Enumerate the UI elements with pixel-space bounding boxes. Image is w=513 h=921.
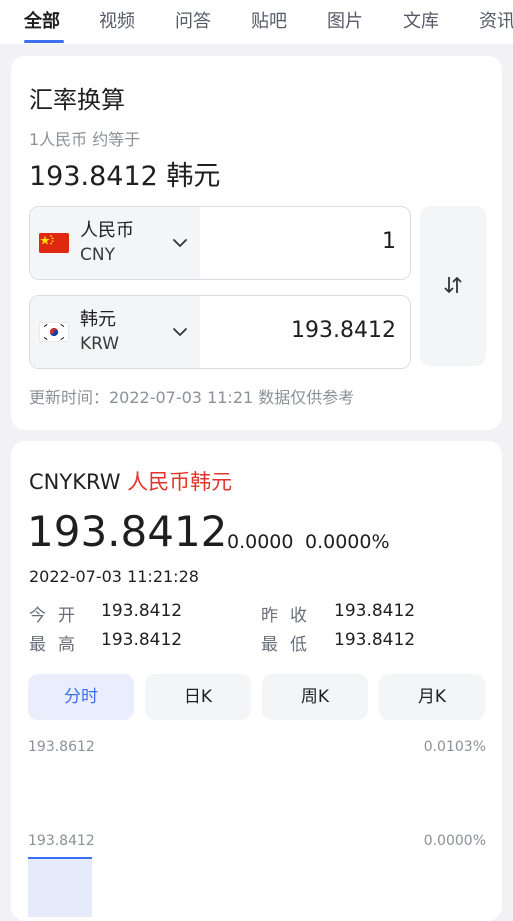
chevron-down-icon	[173, 328, 187, 336]
quote-card: CNYKRW 人民币韩元 193.8412 0.0000 0.0000% 202…	[11, 441, 502, 921]
tab-tieba[interactable]: 贴吧	[251, 7, 287, 33]
to-currency-row: 韩元 KRW 193.8412	[29, 295, 411, 369]
to-currency-code: KRW	[80, 334, 120, 354]
tab-all[interactable]: 全部	[24, 7, 60, 33]
quote-name: 人民币韩元	[127, 470, 233, 494]
to-amount-input[interactable]: 193.8412	[291, 318, 396, 343]
open-value: 193.8412	[101, 601, 183, 621]
quote-header: CNYKRW 人民币韩元	[29, 466, 232, 496]
from-amount-input[interactable]: 1	[382, 229, 396, 254]
from-currency-select[interactable]: 人民币 CNY	[30, 207, 200, 279]
active-tab-indicator	[24, 40, 64, 43]
prev-close-label: 昨收	[261, 606, 319, 626]
to-currency-name: 韩元	[80, 309, 116, 330]
high-label: 最高	[29, 635, 87, 655]
top-nav: 全部 视频 问答 贴吧 图片 文库 资讯	[0, 0, 513, 44]
south-korea-flag-icon	[39, 322, 69, 342]
chart-y-label-top-left: 193.8612	[28, 739, 95, 755]
intraday-chart	[28, 857, 92, 917]
tab-wenku[interactable]: 文库	[403, 7, 439, 33]
chevron-down-icon	[173, 239, 187, 247]
quote-change: 0.0000	[227, 531, 294, 553]
from-currency-code: CNY	[80, 245, 115, 265]
low-label: 最低	[261, 635, 319, 655]
from-currency-row: 人民币 CNY 1	[29, 206, 411, 280]
quote-time: 2022-07-03 11:21:28	[29, 567, 199, 586]
swap-currency-button[interactable]	[420, 206, 486, 366]
prev-close-value: 193.8412	[334, 601, 416, 621]
tab-news[interactable]: 资讯	[479, 7, 513, 33]
high-value: 193.8412	[101, 630, 183, 650]
tab-monthly-k[interactable]: 月K	[379, 674, 485, 720]
tab-intraday[interactable]: 分时	[28, 674, 134, 720]
open-label: 今开	[29, 606, 87, 626]
chart-y-label-base-left: 193.8412	[28, 833, 95, 849]
from-currency-name: 人民币	[80, 220, 134, 241]
low-value: 193.8412	[334, 630, 416, 650]
quote-change-pct: 0.0000%	[305, 531, 390, 553]
china-flag-icon	[39, 233, 69, 253]
chart-y-label-base-right: 0.0000%	[423, 833, 486, 849]
update-note: 更新时间：2022-07-03 11:21 数据仅供参考	[29, 388, 355, 407]
quote-price: 193.8412	[27, 507, 228, 556]
tab-qa[interactable]: 问答	[175, 7, 211, 33]
tab-images[interactable]: 图片	[327, 7, 363, 33]
to-currency-select[interactable]: 韩元 KRW	[30, 296, 200, 368]
converter-title: 汇率换算	[29, 86, 125, 114]
tab-weekly-k[interactable]: 周K	[262, 674, 368, 720]
tab-daily-k[interactable]: 日K	[145, 674, 251, 720]
tab-video[interactable]: 视频	[99, 7, 135, 33]
chart-y-label-top-right: 0.0103%	[423, 739, 486, 755]
converter-subtitle: 1人民币 约等于	[29, 130, 141, 149]
converter-result: 193.8412 韩元	[29, 161, 221, 192]
intraday-area	[28, 857, 92, 917]
swap-arrows-icon	[444, 277, 462, 293]
converter-card: 汇率换算 1人民币 约等于 193.8412 韩元 人民币 CNY 1 韩元 K…	[11, 56, 502, 430]
quote-symbol: CNYKRW	[29, 470, 121, 494]
